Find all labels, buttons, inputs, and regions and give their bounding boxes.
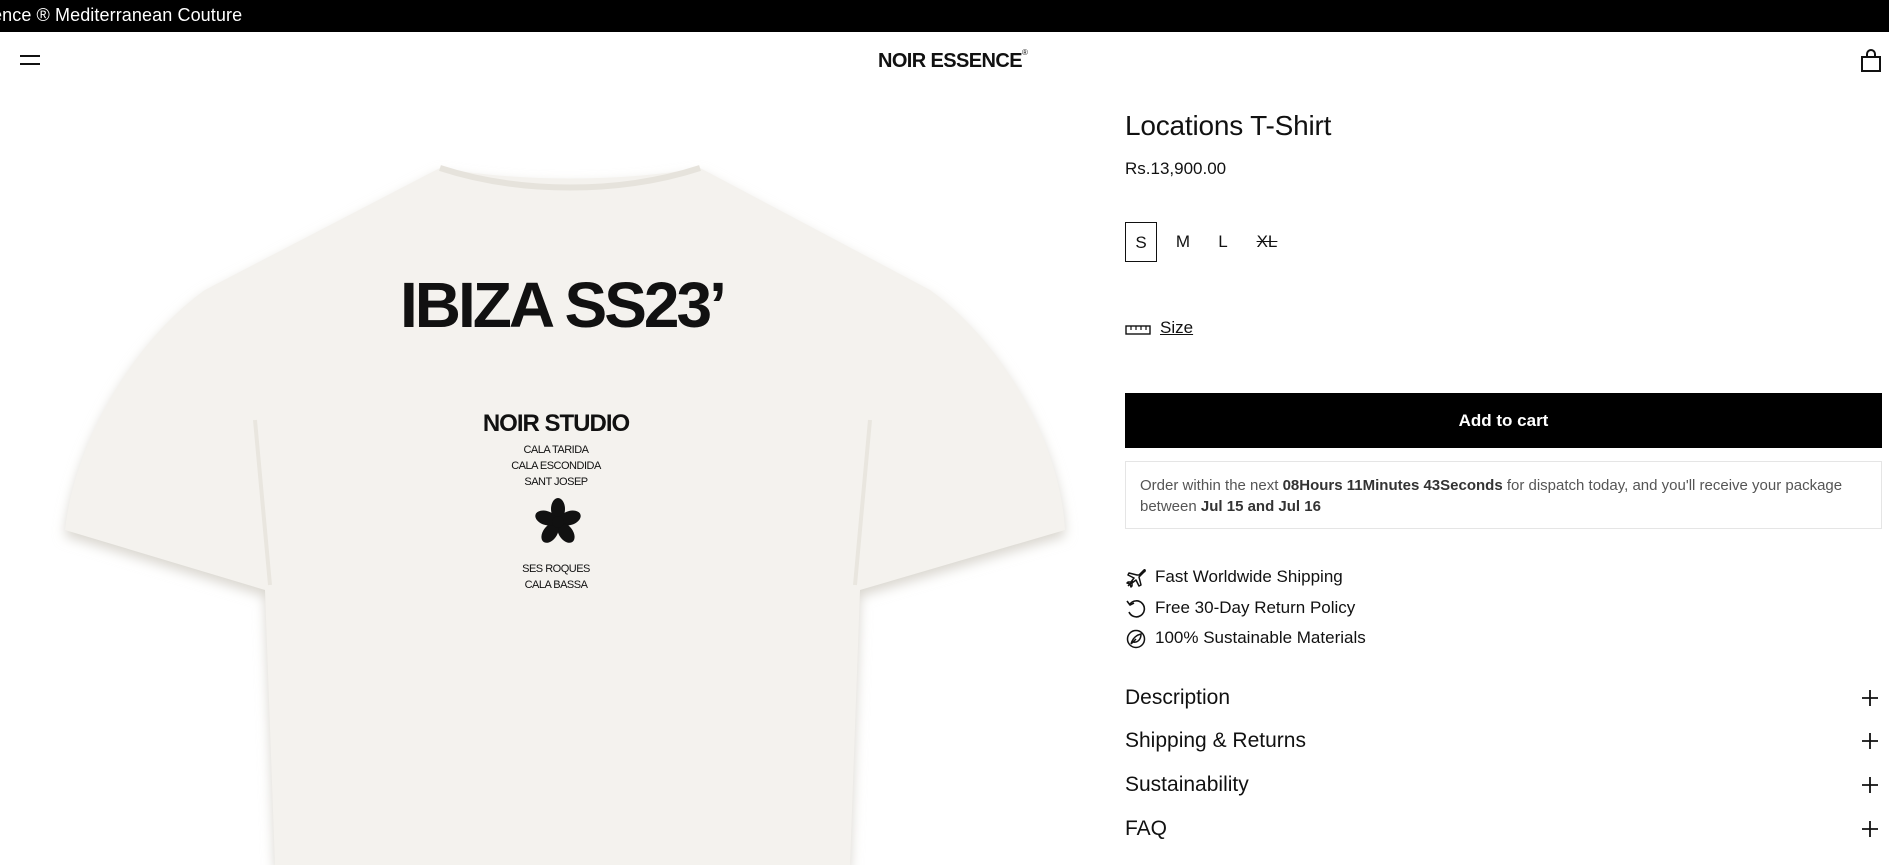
print-studio: NOIR STUDIO (482, 410, 630, 437)
dispatch-countdown: 08Hours 11Minutes 43Seconds (1282, 477, 1503, 494)
site-header: NOIR ESSENCE® (0, 32, 1889, 90)
print-location-1: CALA TARIDA (523, 444, 589, 456)
plane-icon (1126, 569, 1146, 588)
plus-icon (1862, 821, 1878, 837)
accordion-sustainability-label: Sustainability (1125, 773, 1249, 796)
print-location-5: CALA BASSA (524, 579, 588, 591)
feature-returns-label: Free 30-Day Return Policy (1155, 598, 1356, 617)
size-guide-label[interactable]: Size (1160, 318, 1193, 338)
ruler-icon (1125, 325, 1151, 335)
dispatch-dates: Jul 15 and Jul 16 (1200, 498, 1321, 515)
print-location-3: SANT JOSEP (524, 476, 588, 488)
accordion-description[interactable]: Description (1125, 682, 1882, 718)
add-to-cart-button[interactable]: Add to cart (1125, 393, 1882, 448)
size-option-s[interactable]: S (1125, 222, 1157, 262)
announcement-text: ence ® Mediterranean Couture (0, 5, 243, 25)
feature-shipping-label: Fast Worldwide Shipping (1155, 567, 1343, 586)
return-arrow-icon (1126, 600, 1146, 618)
feature-sustainable-label: 100% Sustainable Materials (1155, 628, 1366, 647)
accordion-shipping-returns[interactable]: Shipping & Returns (1125, 725, 1882, 761)
plus-icon (1862, 777, 1878, 793)
accordion-description-label: Description (1125, 686, 1231, 709)
accordion-sustainability[interactable]: Sustainability (1125, 769, 1882, 805)
print-headline: IBIZA SS23’ (400, 269, 727, 341)
logo-text: NOIR ESSENCE (878, 50, 1023, 72)
product-title: Locations T-Shirt (1125, 110, 1332, 141)
accordion-faq-label: FAQ (1125, 817, 1168, 840)
print-location-4: SES ROQUES (522, 563, 590, 575)
site-logo[interactable]: NOIR ESSENCE® (878, 48, 1028, 73)
dispatch-countdown-notice: Order within the next 08Hours 11Minutes … (1125, 461, 1882, 529)
size-option-m[interactable]: M (1171, 222, 1195, 262)
hamburger-menu-icon[interactable] (17, 52, 41, 70)
size-option-xl[interactable]: XL (1253, 222, 1281, 262)
announcement-bar: ence ® Mediterranean Couture (0, 0, 1889, 32)
plus-icon (1862, 733, 1878, 749)
dispatch-prefix: Order within the next (1140, 477, 1283, 494)
product-image[interactable]: IBIZA SS23’ NOIR STUDIO CALA TARIDA CALA… (0, 90, 1110, 865)
accordion-shipping-returns-label: Shipping & Returns (1125, 729, 1306, 752)
accordion-faq[interactable]: FAQ (1125, 813, 1882, 849)
leaf-icon (1126, 629, 1146, 649)
product-price: Rs.13,900.00 (1125, 159, 1227, 178)
size-option-l[interactable]: L (1213, 222, 1233, 262)
shopping-bag-icon[interactable] (1860, 49, 1882, 73)
print-location-2: CALA ESCONDIDA (511, 460, 601, 472)
logo-registered-mark: ® (1021, 48, 1028, 58)
plus-icon (1862, 690, 1878, 706)
